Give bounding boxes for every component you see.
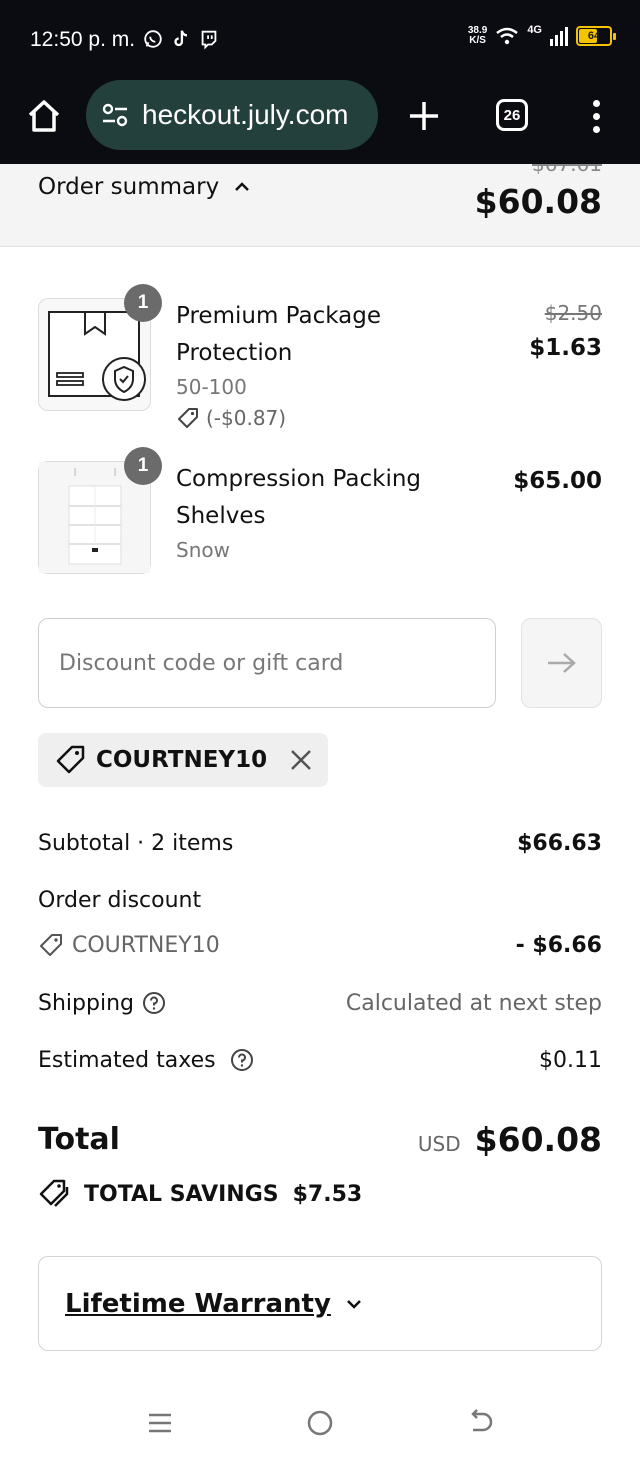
item-discount-amount: (-$0.87): [206, 406, 287, 430]
warranty-label: Lifetime Warranty: [65, 1288, 331, 1319]
chevron-up-icon: [235, 182, 250, 191]
line-item: 1 Compression Packing Shelves Snow $65.0…: [38, 447, 602, 581]
home-button[interactable]: [22, 94, 66, 138]
home-icon: [28, 100, 60, 132]
total-savings: TOTAL SAVINGS $7.53: [38, 1178, 362, 1210]
total-row: Total USD $60.08: [38, 1114, 602, 1164]
total-label: Total: [38, 1121, 120, 1157]
discount-amount: - $6.66: [515, 932, 602, 958]
menu-dot: [592, 99, 600, 107]
total-savings-value: $7.53: [292, 1181, 363, 1207]
status-bar: 12:50 p. m. 38.9 K/S 4G 64: [0, 0, 640, 80]
tag-icon: [40, 934, 62, 956]
help-icon[interactable]: [230, 1048, 254, 1072]
battery-icon: 64: [576, 26, 616, 46]
item-price-current: $65.00: [513, 468, 602, 494]
url-text: heckout.july.com: [142, 99, 349, 130]
battery-level: 64: [587, 30, 601, 42]
browser-toolbar: heckout.july.com 26: [0, 80, 640, 164]
quantity-badge: 1: [124, 284, 162, 322]
discount-code-line: COURTNEY10: [38, 932, 220, 958]
status-time: 12:50 p. m.: [30, 28, 136, 51]
applied-discount-code: COURTNEY10: [96, 747, 268, 773]
item-name: Compression Packing Shelves: [176, 466, 422, 529]
status-indicators: 38.9 K/S 4G 64: [468, 24, 616, 46]
line-item: 1 Premium Package Protection 50-100 (-$0…: [38, 284, 602, 438]
tags-icon: [39, 1179, 69, 1207]
item-price-current: $1.63: [529, 335, 602, 361]
help-icon[interactable]: [142, 991, 166, 1015]
recents-icon: [149, 1413, 171, 1433]
shipping-label-wrap: Shipping: [38, 991, 166, 1016]
item-variant: Snow: [176, 538, 230, 562]
menu-dot: [592, 112, 600, 120]
item-info: Compression Packing Shelves Snow: [176, 461, 466, 565]
menu-dot: [592, 125, 600, 133]
home-nav-button[interactable]: [300, 1405, 340, 1441]
chevron-down-icon: [347, 1299, 361, 1309]
recents-button[interactable]: [140, 1405, 180, 1441]
item-info: Premium Package Protection 50-100 (-$0.8…: [176, 298, 476, 434]
discount-code-text: COURTNEY10: [72, 932, 220, 958]
remove-discount-icon[interactable]: [288, 747, 314, 773]
item-price: $2.50 $1.63: [529, 298, 602, 368]
subtotal-row: Subtotal · 2 items $66.63: [38, 824, 602, 862]
shipping-value: Calculated at next step: [345, 990, 602, 1016]
discount-code-input[interactable]: [38, 618, 496, 708]
arrow-right-icon: [547, 653, 576, 673]
taxes-label: Estimated taxes: [38, 1047, 216, 1073]
item-name: Premium Package Protection: [176, 303, 381, 366]
quantity-badge: 1: [124, 447, 162, 485]
back-icon: [471, 1409, 493, 1432]
tiktok-icon: [174, 30, 188, 47]
url-bar[interactable]: heckout.july.com: [86, 80, 378, 150]
subtotal-value: $66.63: [517, 830, 602, 856]
new-tab-button[interactable]: [404, 94, 444, 138]
order-summary-toggle[interactable]: Order summary: [38, 174, 251, 200]
item-price-old: $2.50: [544, 301, 602, 325]
net-speed-unit: K/S: [469, 35, 486, 46]
taxes-label-wrap: Estimated taxes: [38, 1048, 254, 1073]
order-discount-label: Order discount: [38, 887, 202, 913]
order-summary-label: Order summary: [38, 174, 220, 200]
shipping-label: Shipping: [38, 990, 134, 1016]
item-variant: 50-100: [176, 375, 247, 399]
order-summary-header[interactable]: Order summary $67.61 $60.08: [0, 164, 640, 247]
order-discount-row: Order discount: [38, 881, 602, 919]
browser-menu-button[interactable]: [584, 94, 608, 138]
subtotal-label: Subtotal · 2 items: [38, 830, 234, 856]
apply-discount-button[interactable]: [521, 618, 602, 708]
tab-switcher-button[interactable]: 26: [496, 99, 528, 131]
total-amount: $60.08: [474, 1119, 602, 1159]
status-app-icons: [142, 28, 220, 50]
signal-icon: [550, 27, 568, 46]
taxes-row: Estimated taxes $0.11: [38, 1041, 602, 1079]
discount-code-row: COURTNEY10 - $6.66: [38, 926, 602, 964]
tag-icon: [56, 745, 85, 774]
whatsapp-icon: [144, 30, 162, 48]
summary-old-total: $67.61: [532, 164, 602, 176]
system-nav-bar: [0, 1385, 640, 1457]
network-type: 4G: [527, 24, 542, 36]
taxes-value: $0.11: [539, 1047, 602, 1073]
total-currency: USD: [417, 1131, 461, 1156]
back-button[interactable]: [460, 1405, 500, 1441]
total-savings-label: TOTAL SAVINGS: [84, 1181, 279, 1207]
net-speed: 38.9 K/S: [468, 26, 487, 46]
item-price: $65.00: [513, 461, 602, 501]
lifetime-warranty-toggle[interactable]: Lifetime Warranty: [38, 1256, 602, 1351]
circle-home-icon: [307, 1410, 333, 1436]
summary-total: $60.08: [474, 182, 602, 221]
item-discount: (-$0.87): [176, 402, 476, 434]
site-settings-icon[interactable]: [100, 100, 130, 130]
twitch-icon: [201, 30, 217, 50]
plus-icon: [410, 102, 438, 130]
total-value-wrap: USD $60.08: [418, 1120, 602, 1159]
tag-icon: [178, 408, 198, 428]
applied-discount-chip: COURTNEY10: [38, 733, 328, 787]
wifi-icon: [496, 27, 519, 45]
shipping-row: Shipping Calculated at next step: [38, 984, 602, 1022]
